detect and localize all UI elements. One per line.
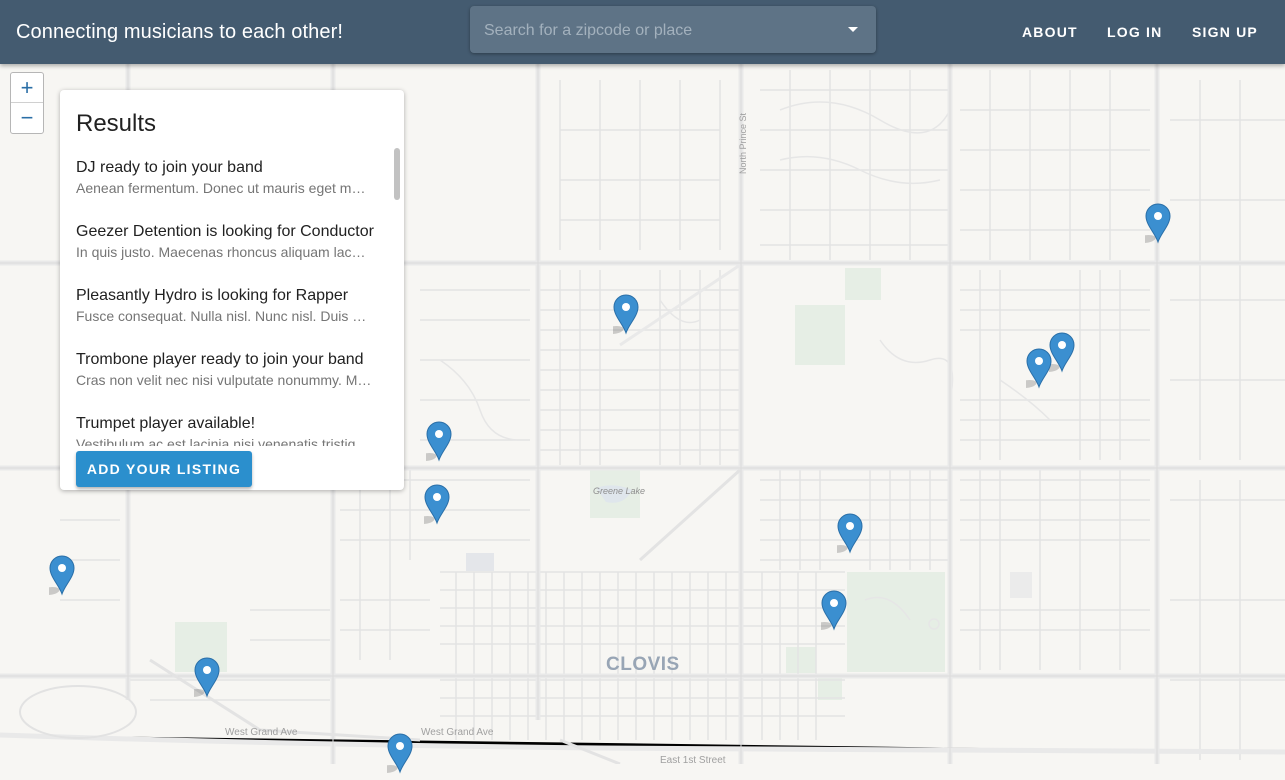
listing-description: Vestibulum ac est lacinia nisi venenatis…	[76, 436, 372, 446]
map-marker-icon[interactable]	[185, 657, 220, 698]
results-title: Results	[76, 110, 157, 137]
add-listing-button[interactable]: ADD YOUR LISTING	[76, 451, 252, 487]
about-button[interactable]: ABOUT	[1022, 24, 1078, 40]
map-marker-icon[interactable]	[828, 513, 863, 554]
listing-title: Trombone player ready to join your band	[76, 351, 364, 368]
app-title: Connecting musicians to each other!	[16, 21, 344, 43]
city-label: CLOVIS	[606, 654, 680, 675]
zoom-control: + −	[10, 72, 44, 134]
map-marker-icon[interactable]	[604, 294, 639, 335]
listing-description: Aenean fermentum. Donec ut mauris eget m…	[76, 180, 372, 196]
log-in-button[interactable]: LOG IN	[1107, 24, 1162, 40]
listing-title: DJ ready to join your band	[76, 159, 263, 176]
street-label: North Prince St	[738, 112, 748, 174]
list-item[interactable]: DJ ready to join your band Aenean fermen…	[76, 158, 376, 197]
search-input[interactable]	[482, 6, 836, 55]
map-marker-icon[interactable]	[812, 590, 847, 631]
zoom-in-button[interactable]: +	[11, 73, 43, 103]
map-marker-icon[interactable]	[1017, 348, 1052, 389]
results-panel: Results DJ ready to join your band Aenea…	[60, 90, 404, 490]
street-label: West Grand Ave	[225, 727, 298, 738]
map-marker-icon[interactable]	[378, 733, 413, 774]
lake-label: Greene Lake	[593, 486, 646, 496]
listing-title: Geezer Detention is looking for Conducto…	[76, 223, 374, 240]
map-marker-icon[interactable]	[40, 555, 75, 596]
results-list[interactable]: DJ ready to join your band Aenean fermen…	[60, 146, 392, 446]
search-field[interactable]	[470, 6, 876, 55]
sign-up-button[interactable]: SIGN UP	[1192, 24, 1258, 40]
listing-description: In quis justo. Maecenas rhoncus aliquam …	[76, 244, 372, 260]
results-scrollbar[interactable]	[392, 146, 404, 446]
list-item[interactable]: Trombone player ready to join your band …	[76, 350, 376, 389]
scrollbar-thumb[interactable]	[394, 148, 400, 200]
street-label: East 1st Street	[660, 755, 726, 766]
app-bar: Connecting musicians to each other! ABOU…	[0, 0, 1285, 64]
street-label: West Grand Ave	[421, 727, 494, 738]
map-marker-icon[interactable]	[415, 484, 450, 525]
list-item[interactable]: Geezer Detention is looking for Conducto…	[76, 222, 376, 261]
map-marker-icon[interactable]	[417, 421, 452, 462]
listing-description: Fusce consequat. Nulla nisl. Nunc nisl. …	[76, 308, 372, 324]
list-item[interactable]: Trumpet player available! Vestibulum ac …	[76, 414, 376, 446]
listing-description: Cras non velit nec nisi vulputate nonumm…	[76, 372, 372, 388]
map-marker-icon[interactable]	[1136, 203, 1171, 244]
zoom-out-button[interactable]: −	[11, 103, 43, 132]
chevron-down-icon[interactable]	[848, 27, 858, 33]
listing-title: Pleasantly Hydro is looking for Rapper	[76, 287, 349, 304]
listing-title: Trumpet player available!	[76, 415, 256, 432]
list-item[interactable]: Pleasantly Hydro is looking for Rapper F…	[76, 286, 376, 325]
